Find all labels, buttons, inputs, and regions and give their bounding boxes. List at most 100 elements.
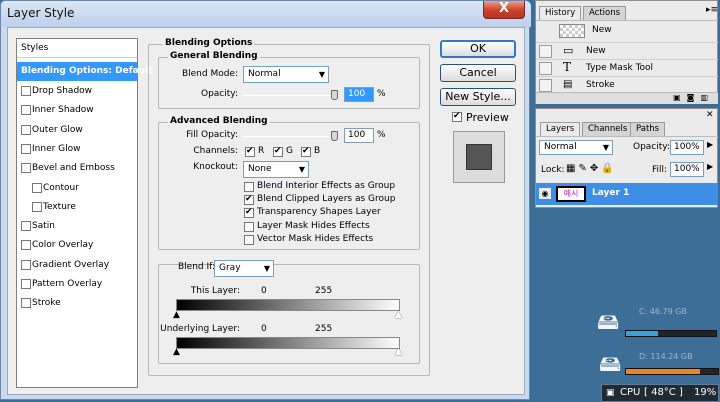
history-source-box[interactable] — [539, 79, 552, 92]
eye-icon[interactable]: ◉ — [539, 188, 551, 199]
styles-item[interactable]: Satin — [17, 217, 137, 236]
styles-item[interactable]: Gradient Overlay — [17, 256, 137, 275]
styles-item[interactable]: Color Overlay — [17, 236, 137, 255]
styles-item-checkbox[interactable] — [21, 86, 31, 96]
styles-item[interactable]: Drop Shadow — [17, 82, 137, 101]
advanced-option-label: Blend Interior Effects as Group — [257, 181, 396, 191]
history-source-box[interactable] — [539, 45, 552, 58]
lock-transparent-icon[interactable]: ▦ — [566, 163, 578, 174]
trash-icon[interactable]: ▥ — [700, 93, 714, 102]
channel-b-checkbox[interactable] — [301, 146, 311, 157]
advanced-option-checkbox[interactable] — [244, 221, 254, 232]
layer-row[interactable]: ◉ 예시 Layer 1 — [536, 183, 718, 205]
styles-item-checkbox[interactable] — [21, 259, 31, 270]
styles-item-checkbox[interactable] — [21, 240, 31, 251]
tab-history[interactable]: History — [539, 6, 582, 20]
underlying-black-slider-icon[interactable]: ▲ — [173, 348, 180, 357]
styles-item-checkbox[interactable] — [21, 221, 31, 232]
chevron-right-icon[interactable]: ▶ — [707, 140, 713, 149]
styles-item-blending-options[interactable]: Blending Options: Default — [17, 62, 152, 81]
fill-opacity-input[interactable]: 100 — [344, 128, 374, 143]
styles-item-checkbox[interactable] — [21, 163, 31, 174]
underlying-layer-label: Underlying Layer: — [160, 324, 240, 334]
styles-item-checkbox[interactable] — [21, 105, 31, 116]
layers-blend-mode-select[interactable]: Normal ▼ — [539, 140, 613, 155]
advanced-option-checkbox[interactable] — [244, 207, 254, 219]
advanced-option-checkbox[interactable] — [244, 182, 254, 192]
history-row[interactable]: ▭ New — [536, 42, 718, 59]
knockout-select[interactable]: None ▼ — [243, 161, 309, 178]
advanced-option-label: Blend Clipped Layers as Group — [257, 194, 396, 205]
layers-opacity-input[interactable]: 100% — [670, 140, 704, 155]
history-panel: History Actions ▸≡ New ▭ New T Type Mask… — [535, 0, 718, 104]
advanced-option-label: Transparency Shapes Layer — [257, 207, 381, 218]
preview-checkbox[interactable] — [452, 111, 462, 122]
blend-mode-select[interactable]: Normal ▼ — [243, 66, 329, 83]
new-style-button[interactable]: New Style... — [440, 88, 516, 106]
styles-item[interactable]: Pattern Overlay — [17, 275, 137, 294]
tab-actions[interactable]: Actions — [583, 6, 627, 20]
knockout-value: None — [248, 164, 272, 174]
dialog-titlebar[interactable]: Layer Style X — [1, 1, 531, 27]
history-snapshot-row[interactable]: New — [536, 20, 718, 42]
styles-item[interactable]: Stroke — [17, 294, 137, 313]
this-layer-label: This Layer: — [190, 286, 240, 296]
styles-item-checkbox[interactable] — [32, 201, 42, 212]
styles-list: Styles Blending Options: Default Drop Sh… — [16, 38, 152, 388]
blend-mode-value: Normal — [248, 69, 281, 79]
underlying-white-slider-icon[interactable]: ▲ — [395, 348, 402, 357]
styles-list-header[interactable]: Styles — [17, 39, 137, 58]
opacity-slider-thumb[interactable] — [331, 90, 338, 100]
blend-if-select[interactable]: Gray ▼ — [214, 260, 274, 277]
styles-item[interactable]: Inner Shadow — [17, 101, 137, 120]
styles-item-checkbox[interactable] — [32, 182, 42, 193]
brush-icon[interactable]: ✎ — [578, 163, 589, 174]
ok-button[interactable]: OK — [440, 40, 516, 58]
cancel-button[interactable]: Cancel — [440, 64, 516, 82]
panel-menu-icon[interactable]: ▸≡ — [706, 5, 718, 15]
advanced-option-label: Layer Mask Hides Effects — [257, 220, 370, 231]
styles-item[interactable]: Bevel and Emboss — [17, 159, 137, 178]
styles-item[interactable]: Outer Glow — [17, 121, 137, 140]
panel-close-icon[interactable]: ✕ — [706, 110, 714, 120]
styles-item-label: Gradient Overlay — [32, 259, 110, 270]
styles-item-checkbox[interactable] — [21, 124, 31, 135]
styles-item-checkbox[interactable] — [21, 143, 31, 154]
tab-divider — [536, 136, 718, 137]
close-button[interactable]: X — [483, 1, 525, 19]
lock-icons: ▦✎✥🔒 — [566, 163, 617, 174]
history-row[interactable]: T Type Mask Tool — [536, 59, 718, 76]
dialog-body: Styles Blending Options: Default Drop Sh… — [7, 27, 525, 395]
history-source-box[interactable] — [539, 62, 552, 75]
snapshot-thumbnail — [559, 24, 585, 38]
new-document-icon[interactable]: ▣ — [673, 93, 687, 102]
tab-paths[interactable]: Paths — [630, 122, 666, 136]
opacity-input[interactable]: 100 — [344, 87, 374, 102]
knockout-label: Knockout: — [193, 162, 238, 172]
fill-opacity-slider-thumb[interactable] — [331, 131, 338, 141]
tab-layers[interactable]: Layers — [540, 122, 581, 136]
styles-item[interactable]: Inner Glow — [17, 140, 137, 159]
layer-thumbnail: 예시 — [556, 186, 586, 202]
move-icon[interactable]: ✥ — [590, 163, 601, 174]
drive-c-bar — [625, 330, 717, 337]
advanced-option-checkbox[interactable] — [244, 234, 254, 245]
channel-g-checkbox[interactable] — [273, 146, 283, 157]
styles-item[interactable]: Contour — [17, 179, 137, 198]
history-row[interactable]: ▤ Stroke — [536, 76, 718, 93]
layers-fill-input[interactable]: 100% — [670, 162, 704, 177]
this-layer-black-slider-icon[interactable]: ▲ — [173, 311, 180, 320]
styles-item-checkbox[interactable] — [21, 298, 31, 309]
lock-icon[interactable]: 🔒 — [601, 163, 616, 174]
fill-opacity-slider[interactable] — [243, 136, 339, 137]
chevron-right-icon[interactable]: ▶ — [707, 162, 713, 171]
camera-icon[interactable]: ◙ — [687, 93, 701, 102]
advanced-option-checkbox[interactable] — [244, 194, 254, 206]
this-layer-white-slider-icon[interactable]: ▲ — [395, 311, 402, 320]
channel-r-checkbox[interactable] — [245, 146, 255, 157]
opacity-slider[interactable] — [243, 95, 339, 96]
underlying-layer-gradient — [176, 337, 400, 349]
styles-item[interactable]: Texture — [17, 198, 137, 217]
tab-channels[interactable]: Channels — [582, 122, 634, 136]
styles-item-checkbox[interactable] — [21, 279, 31, 289]
